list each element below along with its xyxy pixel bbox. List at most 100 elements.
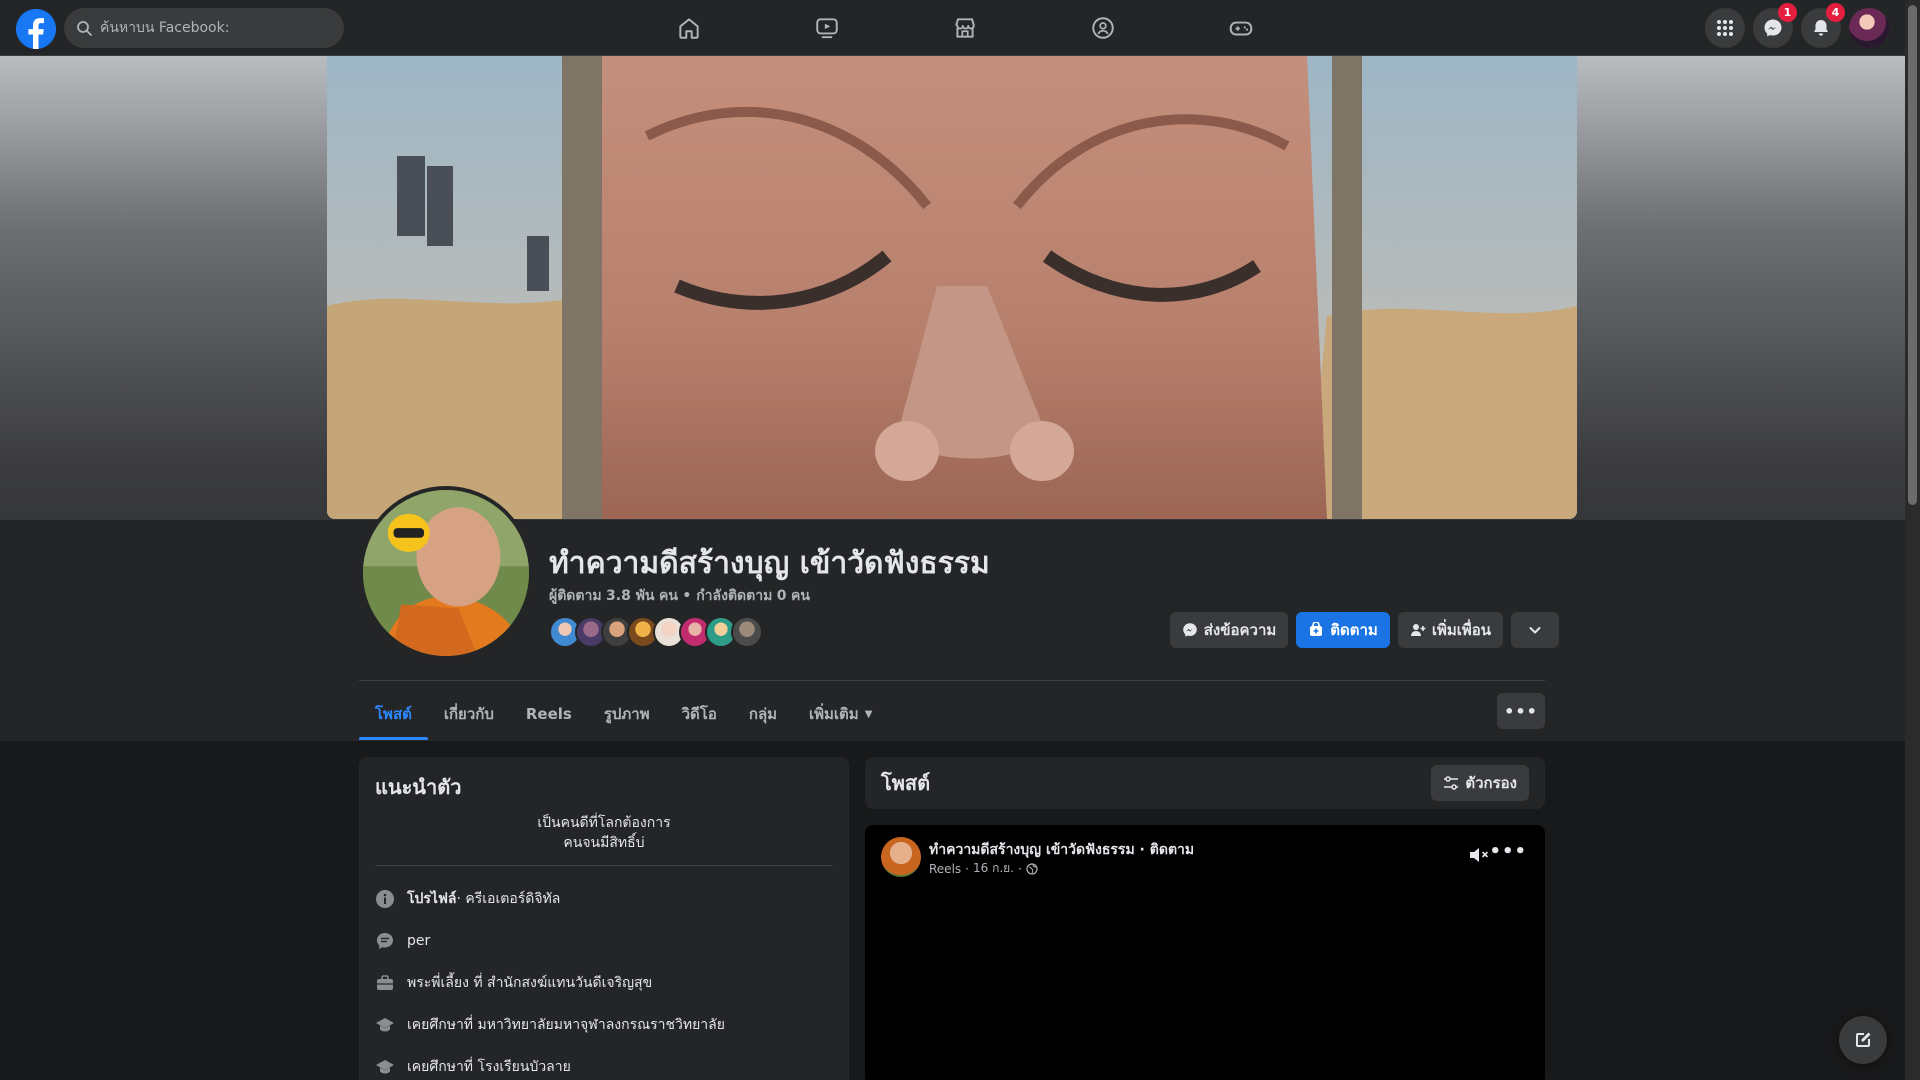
tab-about[interactable]: เกี่ยวกับ: [428, 688, 510, 740]
bio-line: คนจนมีสิทธิ์บ่: [563, 835, 645, 851]
follow-button[interactable]: ติดตาม: [1296, 612, 1390, 648]
message-button-label: ส่งข้อความ: [1203, 621, 1277, 639]
gaming-icon: [1229, 21, 1253, 36]
profile-actions: ส่งข้อความ ติดตาม เพิ่มเพื่อน: [1169, 612, 1559, 648]
intro-row-text: เคยศึกษาที่ มหาวิทยาลัยมหาจุฬาลงกรณราชวิ…: [407, 1017, 725, 1033]
followers-label: ผู้ติดตาม: [549, 588, 602, 604]
nav-home[interactable]: [620, 0, 758, 56]
intro-row-text: · ครีเอเตอร์ดิจิทัล: [456, 891, 561, 907]
filter-icon: [1444, 776, 1459, 790]
follower-avatars: [549, 616, 763, 648]
account-controls: 1 4: [1705, 3, 1889, 48]
post-card: ทำความดีสร้างบุญ เข้าวัดฟังธรรม · ติดตาม…: [865, 825, 1545, 1080]
post-follow-link[interactable]: · ติดตาม: [1135, 842, 1195, 858]
follow-icon: [1310, 622, 1323, 636]
bio-line: เป็นคนดีที่โลกต้องการ: [537, 815, 671, 831]
search-box[interactable]: [64, 8, 344, 48]
menu-button[interactable]: [1705, 8, 1745, 48]
intro-row-text: เคยศึกษาที่ โรงเรียนบัวลาย: [407, 1059, 571, 1075]
message-button[interactable]: ส่งข้อความ: [1169, 612, 1289, 648]
post-type: Reels: [929, 861, 962, 876]
post-meta: Reels · 16 ก.ย. ·: [929, 859, 1038, 878]
intro-row-chat: per: [375, 920, 833, 962]
profile-tabs: โพสต์ เกี่ยวกับ Reels รูปภาพ วิดีโอ กลุ่…: [359, 688, 888, 740]
tab-groups[interactable]: กลุ่ม: [733, 688, 793, 740]
new-message-button[interactable]: [1839, 1016, 1887, 1064]
tab-more-label: เพิ่มเติม: [809, 705, 859, 723]
grid-menu-icon: [1717, 20, 1733, 36]
nav-groups[interactable]: [1034, 0, 1172, 56]
profile-avatar[interactable]: [359, 486, 533, 660]
meta-separator: ·: [965, 861, 969, 876]
cover-photo[interactable]: [327, 56, 1577, 519]
messenger-badge: 1: [1778, 3, 1797, 22]
home-icon: [679, 18, 699, 39]
intro-row-text: per: [407, 933, 431, 949]
search-input[interactable]: [100, 20, 320, 36]
follow-stats: ผู้ติดตาม 3.8 พัน คน • กำลังติดตาม 0 คน: [549, 585, 810, 607]
education-icon: [375, 1015, 395, 1035]
add-friend-button-label: เพิ่มเพื่อน: [1431, 621, 1491, 639]
post-date[interactable]: 16 ก.ย.: [973, 859, 1014, 878]
followers-count[interactable]: 3.8 พัน: [606, 588, 654, 604]
followers-unit: คน: [658, 588, 678, 604]
intro-row-profile: โปรไฟล์ · ครีเอเตอร์ดิจิทัล: [375, 878, 833, 920]
messenger-icon: [1182, 623, 1197, 637]
more-dots-icon: •••: [1504, 701, 1538, 721]
header-divider: [359, 680, 1545, 681]
post-more-options[interactable]: •••: [1489, 841, 1527, 862]
nav-video[interactable]: [758, 0, 896, 56]
compose-icon: [1856, 1032, 1871, 1047]
post-author-avatar[interactable]: [881, 837, 921, 877]
messenger-button[interactable]: 1: [1753, 3, 1797, 48]
cover-image: [327, 56, 1577, 519]
posts-header: โพสต์ ตัวกรอง: [865, 757, 1545, 809]
caret-down-icon: ▼: [864, 708, 873, 720]
meta-separator: ·: [1018, 861, 1022, 876]
marketplace-icon: [955, 18, 975, 38]
add-friend-button[interactable]: เพิ่มเพื่อน: [1397, 612, 1503, 648]
briefcase-icon: [375, 973, 395, 993]
follower-avatar[interactable]: [731, 616, 763, 648]
nav-gaming[interactable]: [1172, 0, 1310, 56]
notifications-button[interactable]: 4: [1801, 3, 1845, 48]
filter-button-label: ตัวกรอง: [1465, 774, 1517, 792]
main-nav: [620, 0, 1310, 56]
scrollbar-thumb[interactable]: [1908, 5, 1917, 505]
mute-icon[interactable]: [1467, 843, 1491, 867]
following-unit: คน: [790, 588, 810, 604]
tab-photos[interactable]: รูปภาพ: [588, 688, 666, 740]
intro-row-education: เคยศึกษาที่ โรงเรียนบัวลาย: [375, 1046, 833, 1080]
tab-posts[interactable]: โพสต์: [359, 688, 428, 740]
following-count[interactable]: 0: [777, 588, 787, 604]
tab-more[interactable]: เพิ่มเติม ▼: [793, 688, 888, 740]
intro-row-education: เคยศึกษาที่ มหาวิทยาลัยมหาจุฬาลงกรณราชวิ…: [375, 1004, 833, 1046]
follow-button-label: ติดตาม: [1330, 621, 1378, 639]
globe-icon: [1026, 862, 1038, 875]
tab-videos[interactable]: วิดีโอ: [666, 688, 733, 740]
groups-icon: [1092, 17, 1114, 39]
bio: เป็นคนดีที่โลกต้องการ คนจนมีสิทธิ์บ่: [375, 813, 833, 853]
bio-divider: [375, 865, 833, 866]
chevron-down-icon: [1529, 627, 1541, 634]
following-label: กำลังติดตาม: [696, 588, 773, 604]
account-avatar[interactable]: [1849, 8, 1889, 48]
messenger-icon: [1764, 19, 1782, 37]
tabs-more-button[interactable]: •••: [1497, 693, 1545, 729]
intro-row-bold: โปรไฟล์: [407, 891, 457, 907]
post-author-name[interactable]: ทำความดีสร้างบุญ เข้าวัดฟังธรรม: [929, 842, 1135, 858]
nav-marketplace[interactable]: [896, 0, 1034, 56]
facebook-logo-icon[interactable]: [16, 9, 56, 49]
more-options-dropdown[interactable]: [1511, 612, 1559, 648]
page-scrollbar[interactable]: [1905, 0, 1920, 1080]
stats-separator: •: [682, 588, 697, 604]
intro-card: แนะนำตัว เป็นคนดีที่โลกต้องการ คนจนมีสิท…: [359, 757, 849, 1080]
notifications-badge: 4: [1826, 3, 1845, 22]
intro-row-work: พระพี่เลี้ยง ที่ สำนักสงฆ์แทนวันดีเจริญส…: [375, 962, 833, 1004]
info-icon: [375, 889, 395, 909]
top-navigation-bar: 1 4: [0, 0, 1905, 56]
add-friend-icon: [1410, 624, 1426, 636]
filter-button[interactable]: ตัวกรอง: [1431, 765, 1529, 801]
tab-reels[interactable]: Reels: [510, 688, 588, 740]
profile-name: ทำความดีสร้างบุญ เข้าวัดฟังธรรม: [549, 546, 990, 581]
